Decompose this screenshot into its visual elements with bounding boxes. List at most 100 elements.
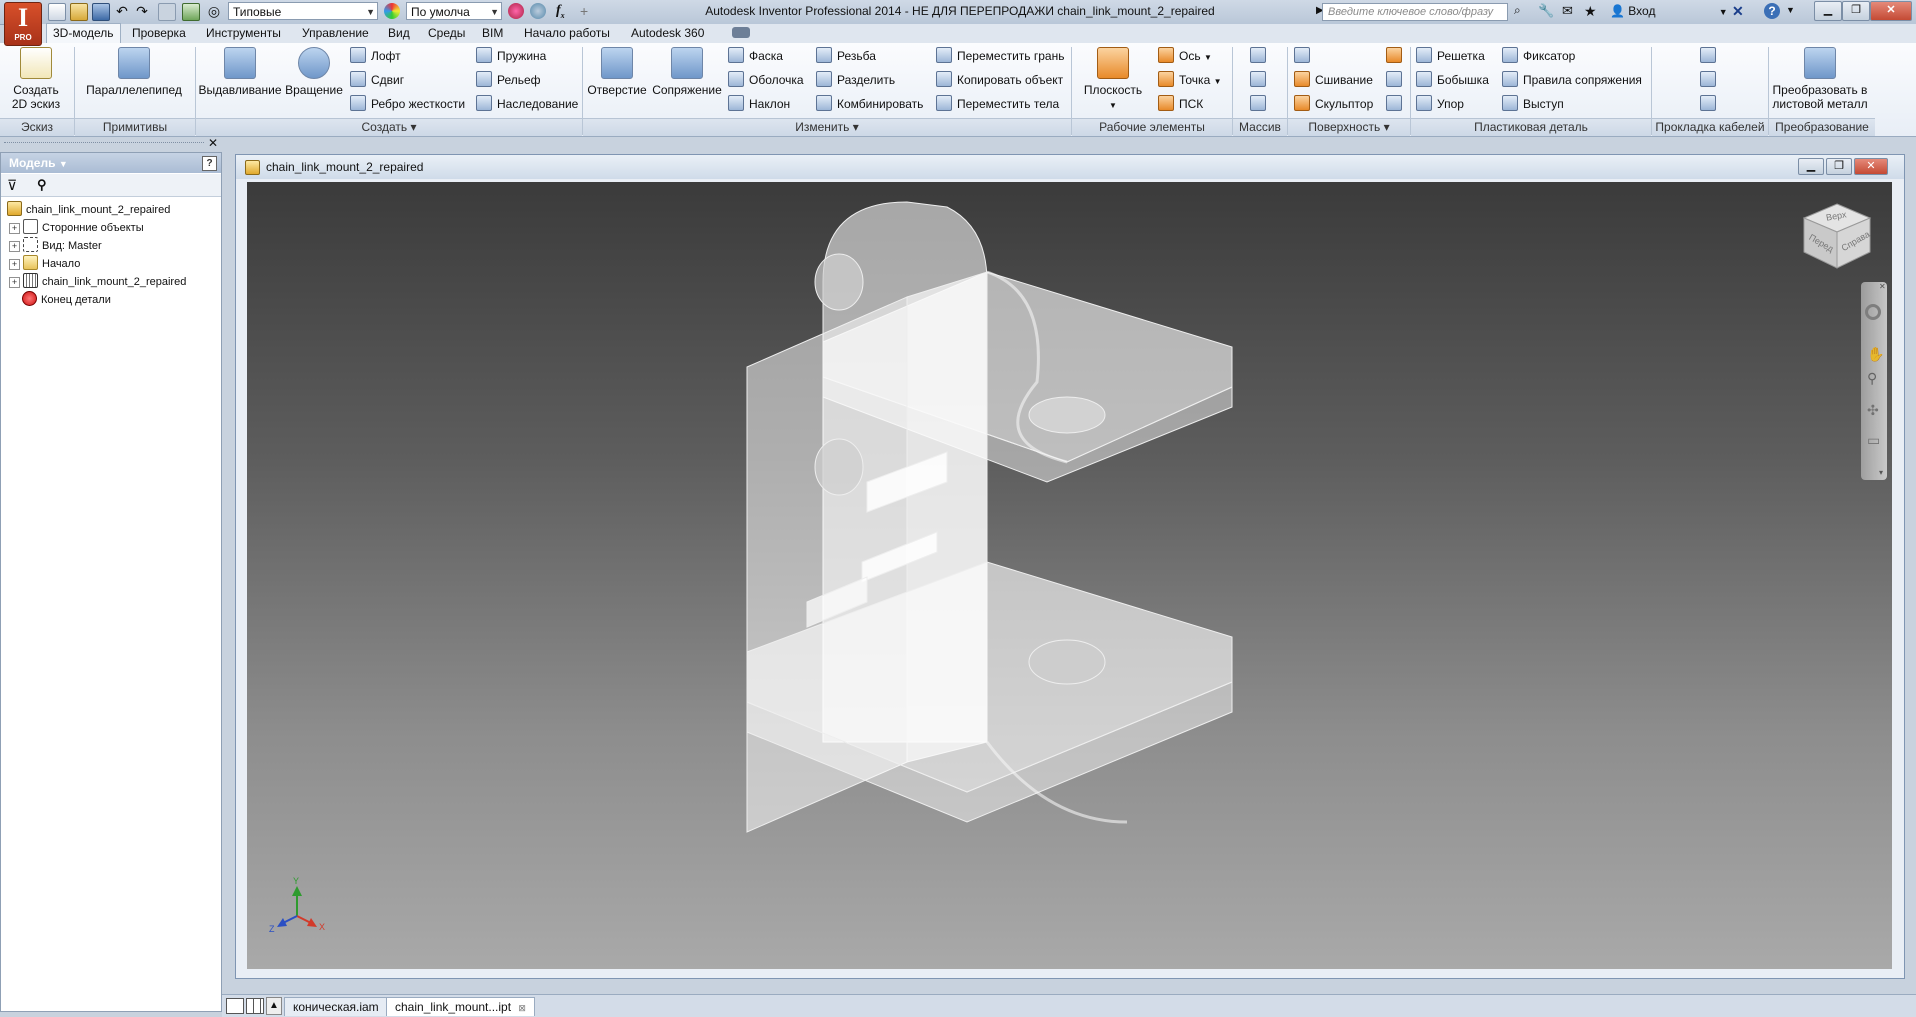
trim-button[interactable]	[1386, 70, 1407, 90]
stitch-button[interactable]: Сшивание	[1294, 70, 1373, 90]
split-button[interactable]: Разделить	[816, 70, 895, 90]
box-button[interactable]: Параллелепипед	[80, 47, 188, 97]
new-icon[interactable]	[48, 3, 66, 21]
tab-autodesk-360[interactable]: Autodesk 360	[625, 24, 710, 43]
emboss-button[interactable]: Рельеф	[476, 70, 541, 90]
select-filter-icon[interactable]: ◎	[206, 3, 222, 19]
filter-icon[interactable]: ⊽	[7, 177, 17, 194]
exchange-icon[interactable]: ✕	[1732, 3, 1748, 19]
minimize-button[interactable]: ▁	[1814, 1, 1842, 21]
favorites-icon[interactable]: ★	[1584, 3, 1600, 19]
rib-button[interactable]: Ребро жесткости	[350, 94, 465, 114]
sculpt-button[interactable]: Скульптор	[1294, 94, 1373, 114]
update-icon[interactable]	[182, 3, 200, 21]
rule-fillet-button[interactable]: Правила сопряжения	[1502, 70, 1642, 90]
binoculars-icon[interactable]: ⌕	[1514, 3, 1530, 19]
navbar-options-icon[interactable]: ▾	[1879, 468, 1883, 477]
pan-icon[interactable]: ✋	[1867, 346, 1884, 363]
help-icon[interactable]: ?	[202, 156, 217, 171]
tab-manage[interactable]: Управление	[296, 24, 375, 43]
doc-tab-assembly[interactable]: коническая.iam	[284, 997, 388, 1016]
tab-environments[interactable]: Среды	[422, 24, 471, 43]
sweep-button[interactable]: Сдвиг	[350, 70, 404, 90]
doc-restore-button[interactable]: ❐	[1826, 158, 1852, 175]
fillet-button[interactable]: Сопряжение	[650, 47, 724, 97]
doc-tab-part[interactable]: chain_link_mount...ipt ⊠	[386, 997, 535, 1016]
color-override-icon[interactable]	[384, 3, 400, 19]
clear-icon[interactable]	[530, 3, 546, 19]
tab-3d-model[interactable]: 3D-модель	[46, 23, 121, 44]
delete-face-button[interactable]	[1386, 94, 1407, 114]
binoculars-icon[interactable]: ⚲	[37, 177, 47, 193]
lip-button[interactable]: Выступ	[1502, 94, 1564, 114]
tree-item-solid-body[interactable]: + chain_link_mount_2_repaired	[9, 273, 186, 291]
extrude-button[interactable]: Выдавливание	[198, 47, 282, 97]
group-label-modify[interactable]: Изменить ▾	[583, 118, 1071, 136]
orbit-icon[interactable]: ✣	[1867, 402, 1879, 419]
tree-item-view[interactable]: + Вид: Master	[9, 237, 102, 255]
cable-export-button[interactable]	[1700, 94, 1721, 114]
material-combo[interactable]: По умолча ▼	[406, 2, 502, 20]
cable-edit-button[interactable]	[1700, 70, 1721, 90]
derive-button[interactable]: Наследование	[476, 94, 578, 114]
return-icon[interactable]	[158, 3, 176, 21]
tree-item-origin[interactable]: + Начало	[9, 255, 80, 273]
mirror-button[interactable]	[1250, 94, 1271, 114]
tree-item-end-of-part[interactable]: Конец детали	[22, 291, 111, 309]
document-title-bar[interactable]: chain_link_mount_2_repaired ▁ ❐ ✕	[236, 155, 1904, 179]
tile-windows-icon[interactable]	[226, 998, 244, 1014]
subscription-icon[interactable]: 🔧	[1538, 3, 1554, 19]
signin-button[interactable]: 👤 Вход ▼	[1610, 4, 1728, 18]
copy-object-button[interactable]: Копировать объект	[936, 70, 1063, 90]
group-label-create[interactable]: Создать ▾	[196, 118, 582, 136]
shell-button[interactable]: Оболочка	[728, 70, 804, 90]
cascade-windows-icon[interactable]	[246, 998, 264, 1014]
close-button[interactable]: ✕	[1870, 1, 1912, 21]
tab-get-started[interactable]: Начало работы	[518, 24, 616, 43]
coil-button[interactable]: Пружина	[476, 46, 546, 66]
panel-grip[interactable]	[4, 142, 204, 146]
model-browser-header[interactable]: Модель ▼ ?	[1, 153, 221, 173]
expand-icon[interactable]: +	[9, 241, 20, 252]
look-at-icon[interactable]: ▭	[1867, 432, 1880, 449]
fx-icon[interactable]: fx	[556, 3, 572, 20]
part-model[interactable]	[247, 182, 1892, 969]
snap-fit-button[interactable]: Фиксатор	[1502, 46, 1575, 66]
point-button[interactable]: Точка ▼	[1158, 70, 1222, 90]
circular-pattern-button[interactable]	[1250, 70, 1271, 90]
grill-button[interactable]: Решетка	[1416, 46, 1485, 66]
draft-button[interactable]: Наклон	[728, 94, 790, 114]
document-list-icon[interactable]: ▲	[266, 997, 282, 1015]
tree-item-part[interactable]: chain_link_mount_2_repaired	[7, 201, 170, 219]
tree-item-third-party[interactable]: + Сторонние объекты	[9, 219, 144, 237]
plane-button[interactable]: Плоскость ▼	[1078, 47, 1148, 113]
steering-wheel-icon[interactable]	[1865, 304, 1881, 320]
create-2d-sketch-button[interactable]: Создать 2D эскиз	[6, 47, 66, 111]
rectangular-pattern-button[interactable]	[1250, 46, 1271, 66]
axis-button[interactable]: Ось ▼	[1158, 46, 1212, 66]
expand-icon[interactable]: +	[9, 277, 20, 288]
redo-icon[interactable]: ↷	[134, 3, 150, 19]
communication-icon[interactable]: ✉	[1562, 3, 1578, 19]
help-icon[interactable]: ?	[1764, 3, 1780, 19]
close-icon[interactable]: ⊠	[518, 1003, 526, 1013]
doc-minimize-button[interactable]: ▁	[1798, 158, 1824, 175]
move-bodies-button[interactable]: Переместить тела	[936, 94, 1059, 114]
expand-icon[interactable]: +	[9, 223, 20, 234]
boss-button[interactable]: Бобышка	[1416, 70, 1489, 90]
adjust-icon[interactable]	[508, 3, 524, 19]
group-label-surface[interactable]: Поверхность ▾	[1288, 118, 1410, 136]
tab-inspect[interactable]: Проверка	[126, 24, 192, 43]
doc-close-button[interactable]: ✕	[1854, 158, 1888, 175]
cable-route-button[interactable]	[1700, 46, 1721, 66]
thread-button[interactable]: Резьба	[816, 46, 876, 66]
undo-icon[interactable]: ↶	[114, 3, 130, 19]
revolve-button[interactable]: Вращение	[282, 47, 346, 97]
close-icon[interactable]: ✕	[1879, 282, 1886, 291]
move-face-button[interactable]: Переместить грань	[936, 46, 1064, 66]
app-menu-button[interactable]: I PRO	[4, 2, 42, 46]
tab-tools[interactable]: Инструменты	[200, 24, 287, 43]
customize-qat-icon[interactable]: + ▾	[580, 3, 596, 35]
appearance-combo[interactable]: Типовые ▼	[228, 2, 378, 20]
patch-button[interactable]	[1386, 46, 1407, 66]
